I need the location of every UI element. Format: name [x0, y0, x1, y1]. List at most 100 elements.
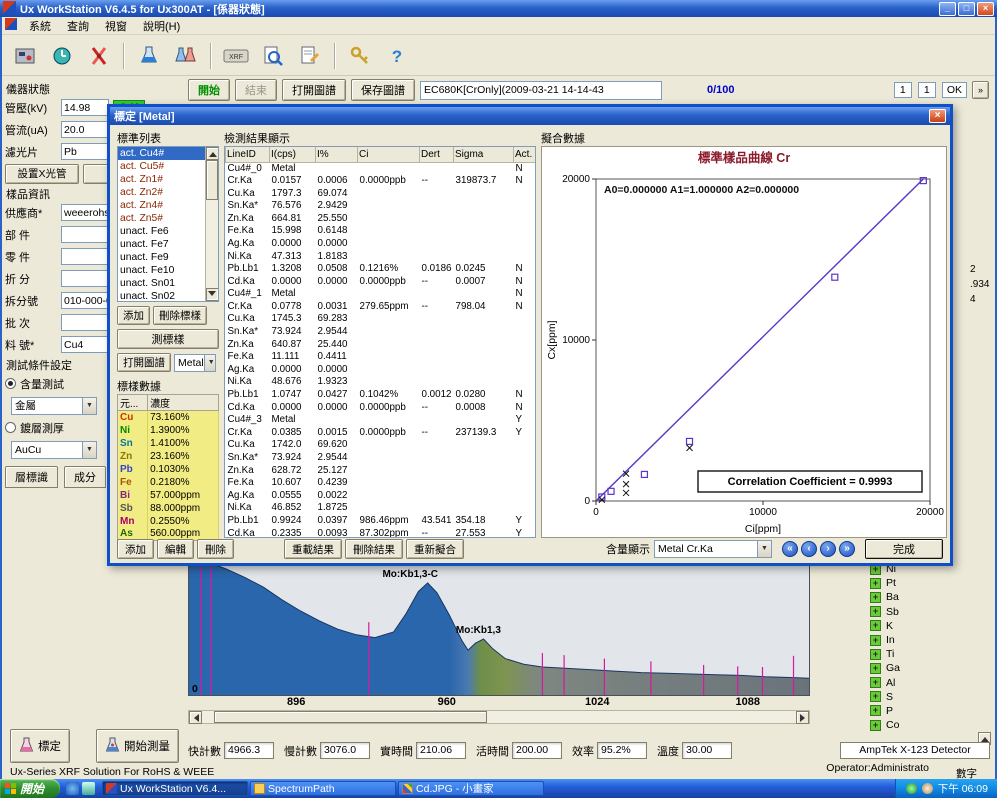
tab-layer-id[interactable]: 層標識: [5, 466, 58, 488]
mode-select[interactable]: Metal▼: [174, 354, 216, 372]
element-tree-item[interactable]: +Sb: [870, 605, 900, 619]
result-row[interactable]: Cu4#_1MetalN: [226, 288, 536, 301]
result-col-header[interactable]: I%: [316, 147, 358, 162]
result-row[interactable]: Ni.Ka48.6761.9323: [226, 376, 536, 389]
result-row[interactable]: Pb.Lb11.07470.04270.1042%0.00120.0280N: [226, 389, 536, 402]
refit-button[interactable]: 重新擬合: [406, 539, 464, 559]
result-row[interactable]: Ni.Ka46.8521.8725: [226, 502, 536, 515]
result-row[interactable]: Zn.Ka664.8125.550: [226, 213, 536, 226]
standard-list-item[interactable]: unact. Sn01: [118, 277, 205, 290]
expand-plus-icon[interactable]: +: [870, 720, 881, 731]
result-col-header[interactable]: Act.: [514, 147, 536, 162]
page-indicator[interactable]: 1: [894, 82, 912, 98]
standard-list-item[interactable]: act. Cu5#: [118, 160, 205, 173]
measure-flask-icon[interactable]: [134, 41, 164, 71]
edit-row-button[interactable]: 編輯: [157, 539, 194, 559]
standard-list-item[interactable]: act. Zn5#: [118, 212, 205, 225]
menu-item[interactable]: 說明(H): [135, 16, 188, 36]
scroll-right-button[interactable]: [796, 711, 809, 724]
kv-input[interactable]: [61, 99, 109, 116]
coating-select[interactable]: AuCu▼: [11, 441, 97, 459]
tray-volume-icon[interactable]: [922, 783, 933, 794]
element-tree-item[interactable]: +Ba: [870, 590, 900, 604]
metal-select[interactable]: 金屬▼: [11, 397, 97, 415]
result-row[interactable]: Cr.Ka0.03850.00150.0000ppb--237139.3Y: [226, 427, 536, 440]
std-data-row[interactable]: Ni1.3900%: [118, 424, 219, 437]
help-icon[interactable]: ?: [382, 41, 412, 71]
flasks-icon[interactable]: [171, 41, 201, 71]
delete-standard-button[interactable]: 刪除標樣: [153, 306, 207, 325]
expand-plus-icon[interactable]: +: [870, 620, 881, 631]
result-row[interactable]: Cr.Ka0.07780.0031279.65ppm--798.04N: [226, 301, 536, 314]
last-record-button[interactable]: »: [839, 541, 855, 557]
quick-launch-icon[interactable]: [82, 782, 95, 795]
result-col-header[interactable]: Ci: [358, 147, 420, 162]
calibrate-button[interactable]: 標定: [10, 729, 70, 763]
standard-list-item[interactable]: unact. Fe10: [118, 264, 205, 277]
save-spectrum-button[interactable]: 保存圖譜: [351, 79, 415, 101]
result-row[interactable]: Cu.Ka1745.369.283: [226, 313, 536, 326]
std-data-row[interactable]: Zn23.160%: [118, 450, 219, 463]
chevron-down-icon[interactable]: ▼: [204, 355, 216, 371]
standard-list-item[interactable]: act. Zn2#: [118, 186, 205, 199]
menu-item[interactable]: 查詢: [59, 16, 97, 36]
chevron-down-icon[interactable]: ▼: [82, 398, 96, 414]
result-row[interactable]: Cu.Ka1742.069.620: [226, 439, 536, 452]
search-doc-icon[interactable]: [258, 41, 288, 71]
scrollbar-thumb[interactable]: [214, 711, 487, 723]
content-test-radio[interactable]: [5, 378, 16, 389]
timer-icon[interactable]: [47, 41, 77, 71]
result-row[interactable]: Cd.Ka0.23350.009387.302ppm--27.553Y: [226, 527, 536, 538]
result-row[interactable]: Cu4#_3MetalY: [226, 414, 536, 427]
result-row[interactable]: Sn.Ka*73.9242.9544: [226, 326, 536, 339]
standard-list-item[interactable]: act. Zn4#: [118, 199, 205, 212]
result-col-header[interactable]: Sigma: [454, 147, 514, 162]
xrf-icon[interactable]: XRF: [221, 41, 251, 71]
std-data-row[interactable]: Mn0.2550%: [118, 515, 219, 528]
element-tree-item[interactable]: +In: [870, 633, 900, 647]
add-row-button[interactable]: 添加: [117, 539, 154, 559]
page-indicator[interactable]: 1: [918, 82, 936, 98]
expand-plus-icon[interactable]: +: [870, 635, 881, 646]
instrument-icon[interactable]: [10, 41, 40, 71]
result-row[interactable]: Ag.Ka0.00000.0000: [226, 238, 536, 251]
expand-plus-icon[interactable]: +: [870, 691, 881, 702]
result-row[interactable]: Cd.Ka0.00000.00000.0000ppb--0.0008N: [226, 401, 536, 414]
line-select[interactable]: Metal Cr.Ka▼: [654, 540, 772, 558]
element-tree-item[interactable]: +Co: [870, 718, 900, 732]
standard-list-item[interactable]: act. Cu4#: [118, 147, 205, 160]
result-col-header[interactable]: LineID: [226, 147, 270, 162]
element-tree-item[interactable]: +Pt: [870, 576, 900, 590]
coating-test-radio[interactable]: [5, 422, 16, 433]
spectrum-file-input[interactable]: [420, 81, 662, 100]
dialog-title-bar[interactable]: 標定 [Metal] ×: [110, 107, 950, 125]
element-tree-item[interactable]: +S: [870, 690, 900, 704]
list-scrollbar[interactable]: [205, 147, 218, 301]
result-row[interactable]: Cr.Ka0.01570.00060.0000ppb--319873.7N: [226, 175, 536, 188]
element-tree-item[interactable]: +Ti: [870, 647, 900, 661]
result-row[interactable]: Cu4#_0MetalN: [226, 162, 536, 175]
result-row[interactable]: Zn.Ka628.7225.127: [226, 464, 536, 477]
result-row[interactable]: Pb.Lb10.99240.0397986.46ppm43.541354.18Y: [226, 515, 536, 528]
scroll-down-button[interactable]: [206, 288, 219, 301]
results-table-wrap[interactable]: LineIDI(cps)I%CiDertSigmaAct.Cu4#_0Metal…: [224, 146, 536, 538]
report-icon[interactable]: [295, 41, 325, 71]
expand-plus-icon[interactable]: +: [870, 649, 881, 660]
result-row[interactable]: Cu.Ka1797.369.074: [226, 187, 536, 200]
result-row[interactable]: Fe.Ka11.1110.4411: [226, 351, 536, 364]
start-menu-button[interactable]: 開始: [0, 779, 60, 798]
result-row[interactable]: Ag.Ka0.00000.0000: [226, 364, 536, 377]
expand-plus-icon[interactable]: +: [870, 663, 881, 674]
open-spectrum-button[interactable]: 打開圖譜: [282, 79, 346, 101]
tray-shield-icon[interactable]: [906, 783, 917, 794]
result-row[interactable]: Zn.Ka640.8725.440: [226, 339, 536, 352]
element-tree-item[interactable]: +Al: [870, 676, 900, 690]
dialog-close-button[interactable]: ×: [929, 109, 946, 123]
std-col-header[interactable]: 濃度: [148, 395, 219, 411]
standard-list-item[interactable]: unact. Fe9: [118, 251, 205, 264]
spectrum-scrollbar[interactable]: [188, 710, 810, 724]
start-button[interactable]: 開始: [188, 79, 230, 101]
std-data-row[interactable]: Bi57.000ppm: [118, 489, 219, 502]
open-spectrum-dialog-button[interactable]: 打開圖譜: [117, 353, 171, 372]
done-button[interactable]: 完成: [865, 539, 943, 559]
